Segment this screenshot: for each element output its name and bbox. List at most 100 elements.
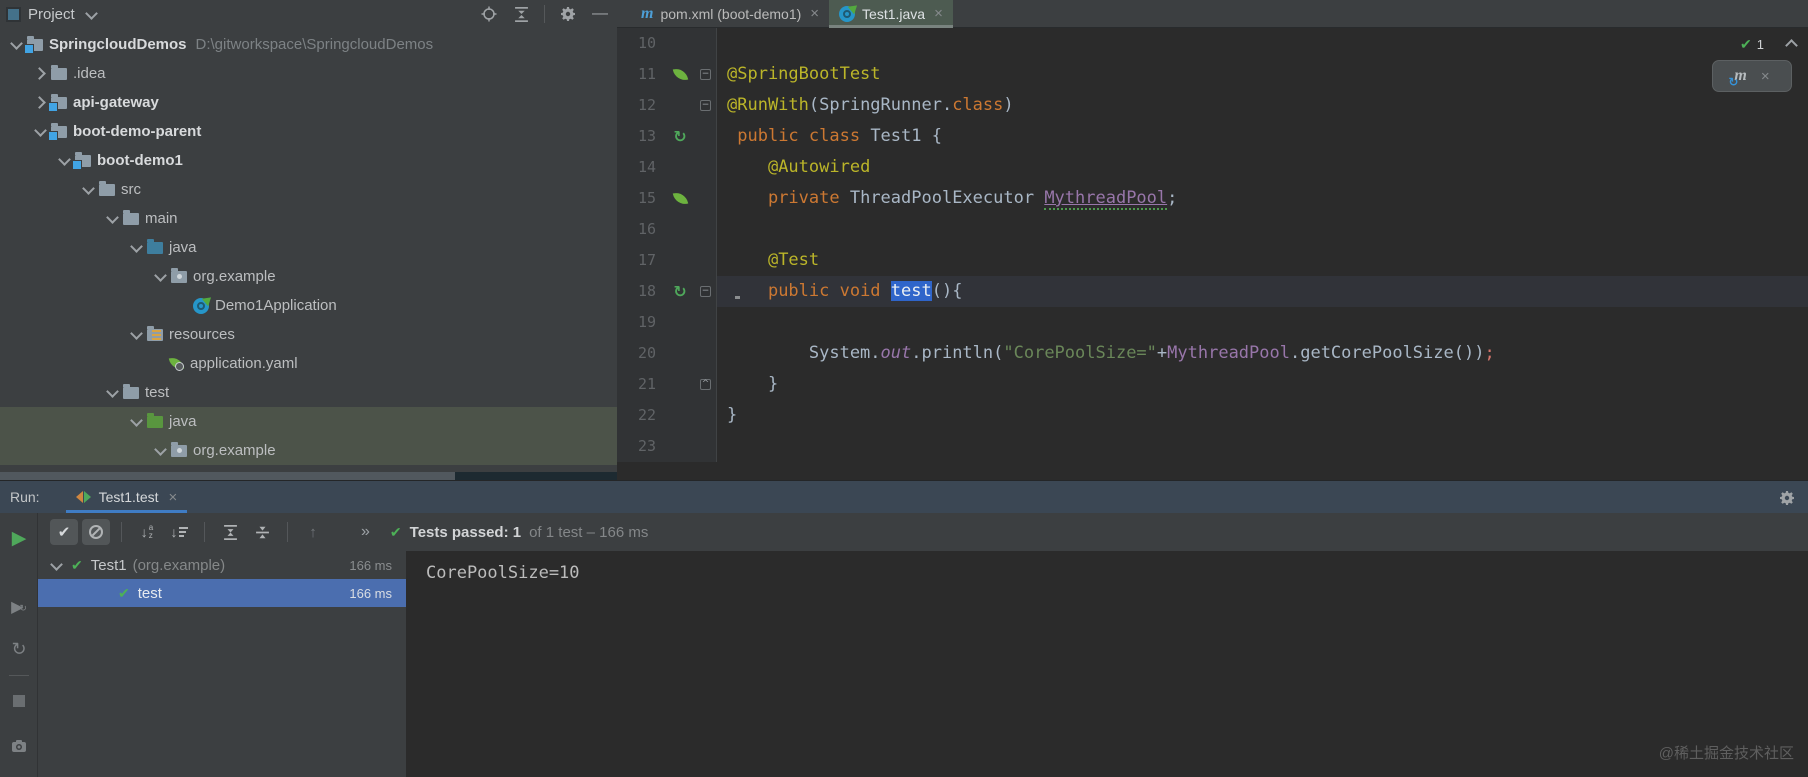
spring-bean-icon[interactable] [673,191,688,206]
tree-item-label: SpringcloudDemos [49,36,187,53]
minimize-icon[interactable]: — [591,5,609,23]
expand-all-button[interactable] [216,519,244,545]
code-line[interactable]: 13 ↻ public class Test1 { [617,121,1808,152]
code-line[interactable]: 18 ↻ − public void test(){ [617,276,1808,307]
project-tree-item[interactable]: Demo1Application [0,291,617,320]
test-root-folder-icon [147,412,163,428]
previous-failed-test-button[interactable]: ↑ [299,519,327,545]
fold-marker-icon[interactable]: − [700,286,711,297]
project-tree-item[interactable]: main [0,204,617,233]
close-icon[interactable]: × [1761,68,1770,85]
show-passed-button[interactable]: ✔ [50,519,78,545]
chevron-down-icon[interactable] [128,413,145,430]
console-panel[interactable]: CorePoolSize=10 @稀土掘金技术社区 [406,551,1808,777]
project-tree-item[interactable]: SpringcloudDemos D:\gitworkspace\Springcl… [0,30,617,59]
maven-reload-icon[interactable]: m ↻ [1728,67,1746,90]
code-line[interactable]: 17 @Test [617,245,1808,276]
inspections-widget[interactable]: ✔ 1 [1740,36,1764,53]
code-line[interactable]: 11 − @SpringBootTest [617,59,1808,90]
chevron-down-icon[interactable] [80,181,97,198]
project-tree-item[interactable]: test [0,378,617,407]
close-icon[interactable]: × [934,5,943,22]
code-token: class [952,95,1004,115]
inspections-expand-icon[interactable] [1783,36,1800,53]
line-number: 20 [617,338,665,369]
code-line[interactable]: 23 [617,431,1808,462]
sort-by-duration-button[interactable]: ↓ [165,519,193,545]
locate-file-icon[interactable] [480,5,498,23]
camera-icon[interactable] [0,739,38,753]
module-folder-icon [72,151,91,170]
toggle-auto-test-icon[interactable]: ↻ [0,639,38,660]
project-tree-item[interactable]: api-gateway [0,88,617,117]
chevron-down-icon[interactable] [104,210,121,227]
chevron-down-icon[interactable] [83,6,100,23]
project-view-selector[interactable]: Project [28,6,75,23]
code-line[interactable]: 16 [617,214,1808,245]
chevron-down-icon[interactable] [56,152,73,169]
gutter-icon-cell: ↻ [665,121,695,152]
module-folder-icon [48,93,67,112]
tab-pom-xml[interactable]: m pom.xml (boot-demo1) × [631,0,829,27]
collapse-all-button[interactable] [248,519,276,545]
show-ignored-button[interactable] [82,519,110,545]
chevron-down-icon[interactable] [152,442,169,459]
code-line[interactable]: 19 [617,307,1808,338]
chevron-right-icon[interactable] [32,65,49,82]
code-line[interactable]: 22 } [617,400,1808,431]
project-horizontal-scrollbar[interactable] [0,472,617,480]
run-test-icon[interactable]: ↻ [673,283,686,300]
toolbar-separator [204,522,205,542]
rerun-button[interactable]: ▶ [0,527,38,550]
code-line[interactable]: 12 − @RunWith(SpringRunner.class) [617,90,1808,121]
scrollbar-thumb[interactable] [0,472,455,480]
chevron-down-icon[interactable] [104,384,121,401]
project-tree-item[interactable]: boot-demo-parent [0,117,617,146]
inspection-count: 1 [1756,37,1764,52]
navigate-chevrons[interactable]: » [361,523,370,541]
code-line[interactable]: 15 private ThreadPoolExecutor MythreadPo… [617,183,1808,214]
test-tree-item[interactable]: ✔ Test1 (org.example) 166 ms [38,551,406,579]
close-icon[interactable]: × [810,5,819,22]
project-tree-item[interactable]: .idea [0,59,617,88]
chevron-down-icon[interactable] [32,123,49,140]
chevron-down-icon[interactable] [48,557,65,574]
code-editor[interactable]: 10 11 − @SpringBootTest 12 − @RunWith(Sp… [617,28,1808,480]
project-tree-item[interactable]: application.yaml [0,349,617,378]
close-icon[interactable]: × [169,489,178,506]
chevron-down-icon[interactable] [8,36,25,53]
fold-marker-icon[interactable]: − [700,69,711,80]
chevron-down-icon[interactable] [128,239,145,256]
project-tree-item[interactable]: org.example [0,262,617,291]
run-config-tab[interactable]: Test1.test × [65,481,188,513]
collapse-all-icon[interactable] [512,5,530,23]
project-tree-item[interactable]: src [0,175,617,204]
code-line[interactable]: 20 System.out.println("CorePoolSize="+My… [617,338,1808,369]
project-tree-item[interactable]: boot-demo1 [0,146,617,175]
chevron-down-icon[interactable] [152,268,169,285]
check-icon: ✔ [389,523,402,540]
test-tree-item[interactable]: ✔ test 166 ms [38,579,406,607]
project-tree-item[interactable]: org.example [0,436,617,465]
code-token: ; [1484,343,1495,363]
sort-alphabetically-button[interactable]: ↓ a z [133,519,161,545]
fold-marker-icon[interactable]: − [700,100,711,111]
chevron-down-icon[interactable] [128,326,145,343]
stop-button[interactable] [0,695,38,707]
chevron-right-icon[interactable] [32,94,49,111]
code-line[interactable]: 21 ^ } [617,369,1808,400]
gutter-icon-cell: ↻ [665,276,695,307]
run-test-icon[interactable]: ↻ [673,128,686,145]
intention-bulb-icon[interactable] [731,284,744,299]
gear-icon[interactable] [1778,489,1796,507]
code-line[interactable]: 10 [617,28,1808,59]
project-tree-item[interactable]: java [0,407,617,436]
code-line[interactable]: 14 @Autowired [617,152,1808,183]
project-tree-item[interactable]: resources [0,320,617,349]
spring-leaf-icon[interactable] [673,67,688,82]
fold-end-marker-icon[interactable]: ^ [700,379,711,390]
project-tree-item[interactable]: java [0,233,617,262]
tab-test1-java[interactable]: Test1.java × [829,0,953,28]
rerun-failed-tests-icon[interactable]: ▶ ↻ [0,597,38,617]
gear-icon[interactable] [559,5,577,23]
